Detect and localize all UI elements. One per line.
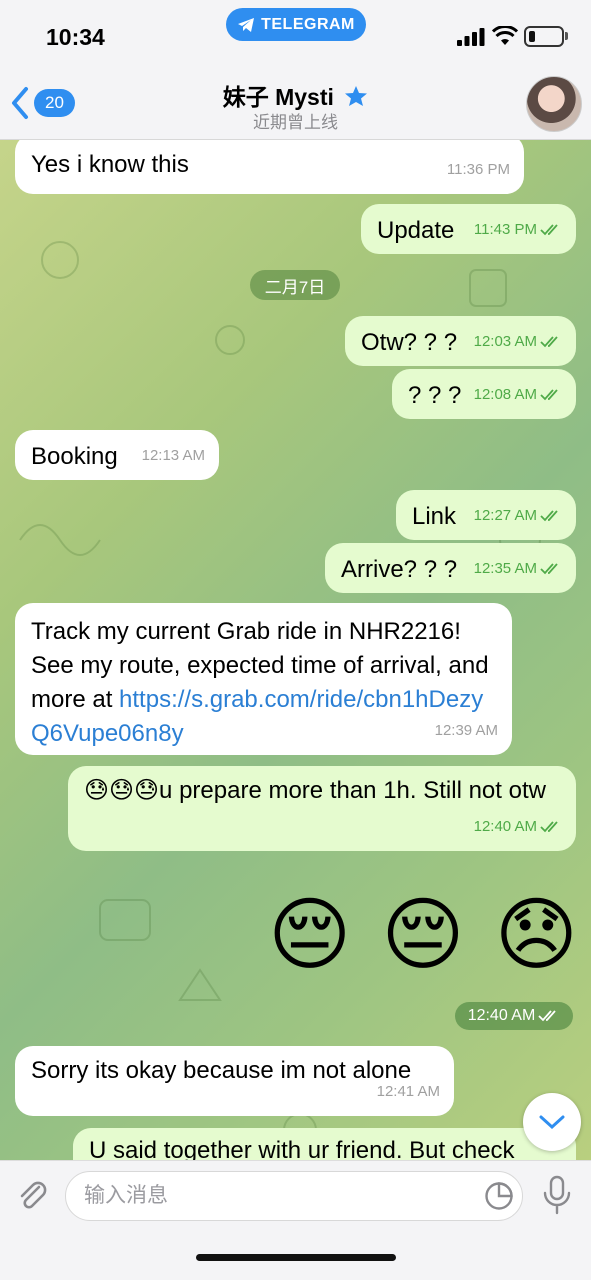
message-time: 12:39 AM: [434, 722, 498, 739]
big-emoji-message[interactable]: 😔 😔 😞: [268, 890, 578, 980]
last-seen-status: 近期曾上线: [253, 113, 338, 132]
telegram-label: TELEGRAM: [261, 15, 355, 33]
message-outgoing[interactable]: U said together with ur friend. But chec…: [73, 1128, 576, 1160]
message-text: Update: [377, 217, 455, 244]
chat-title[interactable]: 妹子 Mysti: [0, 78, 591, 112]
message-meta: 12:27 AM: [474, 499, 562, 533]
wifi-icon: [492, 26, 518, 45]
message-text: Yes i know this: [31, 151, 189, 178]
message-time: 11:36 PM: [446, 161, 510, 178]
message-text: Otw? ? ?: [361, 329, 458, 356]
message-text: Booking: [31, 443, 118, 470]
message-time: 11:43 PM: [473, 221, 537, 238]
message-outgoing[interactable]: Otw? ? ? 12:03 AM: [345, 316, 576, 366]
message-text: Link: [412, 503, 457, 530]
message-meta: 12:08 AM: [474, 378, 562, 412]
sticker-icon[interactable]: [484, 1181, 514, 1211]
chevron-down-icon: [539, 1115, 565, 1130]
battery-tip: [565, 32, 568, 40]
home-indicator: [196, 1254, 396, 1261]
message-time: 12:40 AM: [467, 1007, 536, 1024]
disappointed-face-emoji: 😞: [494, 890, 578, 979]
emoji-message-time: 12:40 AM: [455, 1002, 573, 1030]
message-time: 12:40 AM: [473, 818, 537, 835]
message-text: Sorry its okay because im not alone: [31, 1057, 412, 1084]
message-outgoing[interactable]: 😓😓😓u prepare more than 1h. Still not otw…: [68, 766, 576, 851]
double-check-icon: [540, 224, 558, 236]
date-separator: 二月7日: [250, 270, 340, 300]
avatar[interactable]: [526, 76, 582, 132]
double-check-icon: [540, 510, 558, 522]
message-meta: 11:43 PM: [474, 213, 562, 247]
message-outgoing[interactable]: Arrive? ? ? 12:35 AM: [325, 543, 576, 593]
message-time: 12:27 AM: [473, 507, 537, 524]
battery-icon: [524, 26, 564, 47]
telegram-icon: [238, 17, 255, 32]
message-list[interactable]: Yes i know this 11:36 PM Update 11:43 PM…: [0, 140, 591, 1160]
paperclip-icon[interactable]: [14, 1177, 52, 1215]
message-input[interactable]: [65, 1171, 523, 1221]
message-text: 😓😓😓u prepare more than 1h. Still not otw: [84, 777, 546, 804]
chat-header: 20 妹子 Mysti 近期曾上线: [0, 68, 591, 140]
clock: 10:34: [46, 24, 105, 50]
pensive-face-emoji: 😔: [268, 890, 352, 979]
message-time: 12:03 AM: [473, 333, 537, 350]
telegram-pill[interactable]: TELEGRAM: [226, 8, 366, 41]
message-outgoing[interactable]: Link 12:27 AM: [396, 490, 576, 540]
message-meta: 12:03 AM: [474, 325, 562, 359]
double-check-icon: [540, 563, 558, 575]
double-check-icon: [540, 336, 558, 348]
double-check-icon: [540, 821, 558, 833]
message-outgoing[interactable]: ? ? ? 12:08 AM: [392, 369, 576, 419]
composer-bar: [0, 1160, 591, 1280]
message-text: U said together with ur friend. But chec…: [89, 1137, 515, 1160]
message-time: 12:41 AM: [376, 1083, 440, 1100]
star-icon: [345, 86, 368, 106]
message-time: 12:13 AM: [141, 447, 205, 464]
message-incoming[interactable]: Booking 12:13 AM: [15, 430, 219, 480]
message-incoming-link[interactable]: Track my current Grab ride in NHR2216! S…: [15, 603, 512, 755]
message-time: 12:35 AM: [473, 560, 537, 577]
message-outgoing[interactable]: Update 11:43 PM: [361, 204, 576, 254]
status-bar: 10:34 TELEGRAM: [0, 0, 591, 68]
message-incoming[interactable]: Yes i know this 11:36 PM: [15, 140, 524, 194]
double-check-icon: [540, 389, 558, 401]
cellular-signal-icon: [457, 28, 485, 46]
message-text: Arrive? ? ?: [341, 556, 458, 583]
contact-name: 妹子 Mysti: [222, 84, 334, 110]
microphone-icon[interactable]: [540, 1175, 574, 1215]
message-meta: 12:40 AM: [474, 810, 562, 844]
message-time: 12:08 AM: [473, 386, 537, 403]
scroll-to-bottom-button[interactable]: [523, 1093, 581, 1151]
message-text: ? ? ?: [408, 382, 462, 409]
pensive-face-emoji: 😔: [381, 890, 465, 979]
message-meta: 12:35 AM: [474, 552, 562, 586]
double-check-icon: [538, 1010, 556, 1022]
message-incoming[interactable]: Sorry its okay because im not alone 12:4…: [15, 1046, 454, 1116]
